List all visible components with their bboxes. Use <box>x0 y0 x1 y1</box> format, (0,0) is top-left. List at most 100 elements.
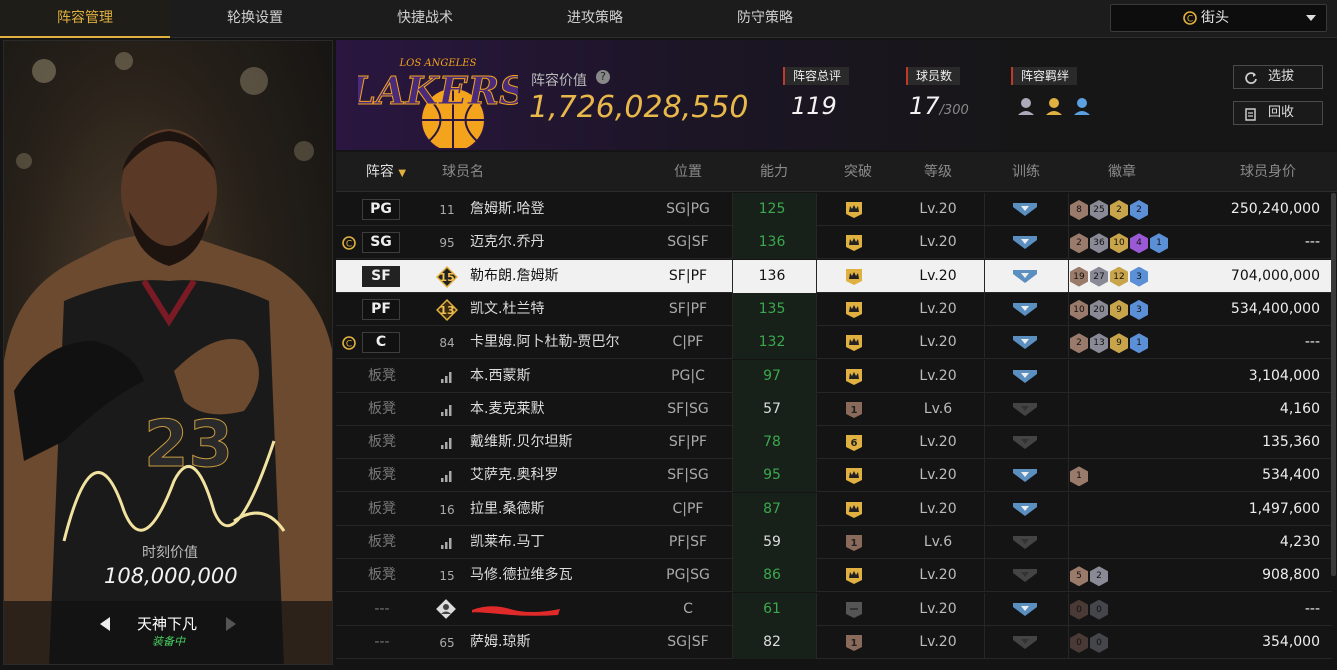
lineup-slot[interactable]: PF <box>362 298 400 320</box>
training-icon[interactable] <box>1012 467 1038 483</box>
table-row[interactable]: --- C 61 Lv.20 0 0 --- <box>336 592 1332 626</box>
player-position: SF|PF <box>668 434 708 451</box>
badge-icon: 0 <box>1090 632 1108 653</box>
badge-icon: 0 <box>1090 599 1108 620</box>
column-divider <box>984 359 985 393</box>
player-value: 135,360 <box>1262 434 1320 451</box>
player-level: Lv.20 <box>919 201 957 217</box>
table-row[interactable]: PG 11 詹姆斯.哈登 SG|PG 125 Lv.20 8 25 2 2 250,240,000 <box>336 193 1332 226</box>
card-value-label: 时刻价值 <box>142 545 198 561</box>
table-row[interactable]: 板凳 凯莱布.马丁 PF|SF 59 1 Lv.6 4,230 <box>336 526 1332 559</box>
lineup-slot[interactable]: PG <box>362 199 400 220</box>
player-position: PG|SG <box>666 567 710 584</box>
badge-icon: 1 <box>1150 233 1168 254</box>
recycle-button[interactable]: 回收 <box>1233 101 1323 125</box>
training-icon[interactable] <box>1012 401 1038 417</box>
lineup-slot[interactable]: SG <box>362 232 400 254</box>
player-name: 勒布朗.詹姆斯 <box>470 267 559 284</box>
mode-dropdown[interactable]: C 街头 <box>1110 4 1327 32</box>
table-row[interactable]: --- 65 萨姆.琼斯 SG|SF 82 1 Lv.20 0 0 354,000 <box>336 625 1332 659</box>
table-row[interactable]: 板凳 16 拉里.桑德斯 C|PF 87 Lv.20 1,497,600 <box>336 492 1332 526</box>
player-potential: 59 <box>763 534 781 550</box>
lineup-value: 1,726,028,550 <box>529 90 749 125</box>
header-lineup[interactable]: 阵容 ▼ <box>356 152 416 192</box>
rating-label: 阵容总评 <box>783 67 850 85</box>
svg-text:6: 6 <box>851 438 858 449</box>
training-icon[interactable] <box>1012 234 1038 250</box>
training-icon[interactable] <box>1012 301 1038 317</box>
column-divider <box>984 625 985 659</box>
prev-skin-arrow-icon[interactable] <box>100 617 110 631</box>
table-row[interactable]: 板凳 本.西蒙斯 PG|C 97 Lv.20 3,104,000 <box>336 359 1332 393</box>
training-icon[interactable] <box>1012 201 1038 217</box>
breakthrough-locked-icon <box>846 601 862 618</box>
column-divider <box>1068 625 1069 659</box>
table-row[interactable]: 板凳 戴维斯.贝尔坦斯 SF|PF 78 6 Lv.20 135,360 <box>336 426 1332 460</box>
equipped-status: 装备中 <box>152 635 185 648</box>
help-icon[interactable]: ? <box>596 70 610 84</box>
column-divider <box>816 326 817 360</box>
lineup-slot: 板凳 <box>368 534 396 550</box>
player-card[interactable]: 23 时刻价值 108,000,000 天神下凡 装备中 <box>3 40 333 665</box>
tab-rotation-settings[interactable]: 轮换设置 <box>170 0 340 38</box>
training-icon[interactable] <box>1012 534 1038 550</box>
badge-icon: 9 <box>1110 299 1128 320</box>
lineup-slot[interactable]: SF <box>362 265 400 287</box>
training-icon[interactable] <box>1012 634 1038 650</box>
scrollbar[interactable] <box>1331 193 1336 576</box>
table-row[interactable]: 板凳 15 马修.德拉维多瓦 PG|SG 86 Lv.20 5 2 908,800 <box>336 559 1332 593</box>
training-icon[interactable] <box>1012 334 1038 350</box>
player-potential: 61 <box>763 600 781 617</box>
tab-quick-tactics[interactable]: 快捷战术 <box>340 0 510 38</box>
next-skin-arrow-icon[interactable] <box>226 617 236 631</box>
badge-icon: 2 <box>1070 333 1088 354</box>
header-position: 位置 <box>674 164 702 180</box>
column-divider <box>1068 326 1069 360</box>
player-position: SF|PF <box>668 300 708 317</box>
column-divider <box>816 193 817 226</box>
crown-icon <box>846 501 862 518</box>
training-icon[interactable] <box>1012 434 1038 450</box>
player-level: Lv.20 <box>919 234 957 251</box>
svg-text:C: C <box>346 340 352 350</box>
tab-defense-strategy[interactable]: 防守策略 <box>680 0 850 38</box>
svg-text:C: C <box>1187 15 1193 25</box>
column-divider <box>1068 526 1069 559</box>
player-position: SF|PF <box>668 267 708 284</box>
column-divider <box>816 259 817 293</box>
bond-label: 阵容羁绊 <box>1011 67 1078 85</box>
player-potential: 86 <box>763 567 781 584</box>
table-row[interactable]: C SG 95 迈克尔.乔丹 SG|SF 136 Lv.20 2 36 10 4 1 --- <box>336 226 1332 260</box>
player-count-label: 球员数 <box>906 67 961 85</box>
player-potential: 132 <box>758 334 786 351</box>
table-row[interactable]: 板凳 艾萨克.奥科罗 SF|SG 95 Lv.20 1 534,400 <box>336 459 1332 493</box>
training-icon[interactable] <box>1012 268 1038 284</box>
training-icon[interactable] <box>1012 501 1038 517</box>
tab-offense-strategy[interactable]: 进攻策略 <box>510 0 680 38</box>
tab-lineup-management[interactable]: 阵容管理 <box>0 0 170 38</box>
bond-icons[interactable] <box>1016 95 1100 119</box>
bond-icon-gold <box>1046 98 1062 115</box>
table-row[interactable]: 板凳 本.麦克莱默 SF|SG 57 1 Lv.6 4,160 <box>336 392 1332 426</box>
training-icon[interactable] <box>1012 601 1038 617</box>
signal-bars-icon <box>441 371 452 383</box>
table-row[interactable]: PF 13 凯文.杜兰特 SF|PF 135 Lv.20 10 20 9 3 534,400,000 <box>336 292 1332 326</box>
table-row[interactable]: SF 15 勒布朗.詹姆斯 SF|PF 136 Lv.20 19 27 12 3 704,000,0… <box>336 259 1332 293</box>
player-position: SG|SF <box>667 234 709 251</box>
player-position: SF|SG <box>667 400 709 417</box>
jersey-number-icon: 15 <box>436 265 458 288</box>
training-icon[interactable] <box>1012 567 1038 583</box>
table-row[interactable]: C C 84 卡里姆.阿卜杜勒-贾巴尔 C|PF 132 Lv.20 2 13 9 1 --- <box>336 326 1332 360</box>
scout-button[interactable]: 选拔 <box>1233 65 1323 89</box>
column-divider <box>984 259 985 293</box>
player-name: 本.麦克莱默 <box>470 400 545 417</box>
training-icon[interactable] <box>1012 368 1038 384</box>
lineup-slot: 板凳 <box>368 567 396 584</box>
column-divider <box>816 226 817 260</box>
player-level: Lv.20 <box>919 367 957 384</box>
badge-icon: 0 <box>1070 599 1088 620</box>
player-name: 詹姆斯.哈登 <box>470 201 545 217</box>
player-potential: 136 <box>758 234 786 251</box>
chevron-down-icon <box>1306 15 1316 21</box>
lineup-slot[interactable]: C <box>362 332 400 354</box>
